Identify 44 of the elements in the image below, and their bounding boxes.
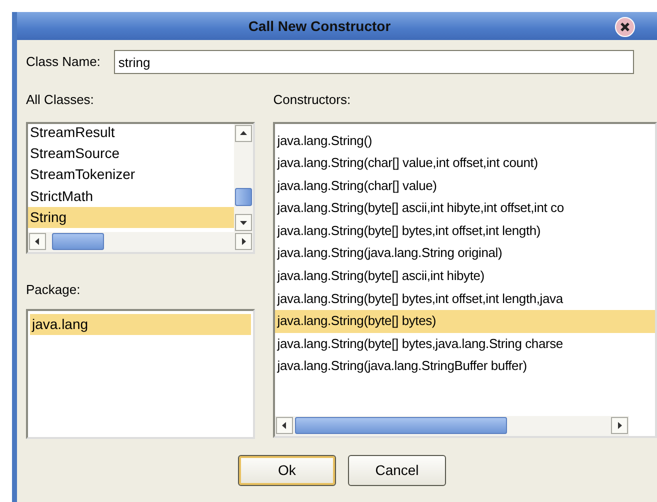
scroll-right-button[interactable] xyxy=(611,417,628,434)
scroll-right-button[interactable] xyxy=(235,233,252,250)
list-item[interactable]: java.lang.String(byte[] bytes,int offset,int length) xyxy=(275,220,655,242)
left-arrow-icon xyxy=(281,422,288,429)
dialog-button[interactable]: Ok xyxy=(238,455,336,486)
right-arrow-icon xyxy=(240,238,248,245)
dialog-button[interactable]: Cancel xyxy=(348,455,446,486)
section-label: All Classes: xyxy=(26,91,95,109)
list-item[interactable]: java.lang.String(byte[] bytes) xyxy=(275,310,655,333)
window-title: Call New Constructor xyxy=(248,16,391,36)
class-name-field[interactable]: string xyxy=(114,50,634,74)
down-arrow-icon xyxy=(240,218,248,226)
list-item[interactable]: java.lang.String(char[] value,int offset,int count) xyxy=(275,152,655,175)
list-item[interactable]: String xyxy=(28,207,234,228)
scrollbar-thumb[interactable] xyxy=(295,416,508,434)
horizontal-scrollbar[interactable] xyxy=(275,416,629,436)
list-item[interactable]: java.lang.String(byte[] ascii,int hibyte) xyxy=(275,265,655,288)
section-label: Package: xyxy=(26,280,82,299)
list-item[interactable]: java.lang.String(char[] value) xyxy=(275,174,655,198)
list-item[interactable]: StreamSource xyxy=(28,142,234,164)
scroll-up-button[interactable] xyxy=(235,124,252,142)
field-label: Class Name: xyxy=(26,53,100,72)
list-item[interactable]: StrictMath xyxy=(28,186,234,208)
scroll-left-button[interactable] xyxy=(276,417,294,434)
up-arrow-icon xyxy=(240,130,248,136)
close-icon[interactable] xyxy=(615,17,635,37)
right-arrow-icon xyxy=(616,422,623,429)
list-item[interactable]: java.lang.String(byte[] bytes,int offset,int length,java xyxy=(275,288,655,310)
list-item[interactable]: StreamResult xyxy=(28,124,234,143)
list-item[interactable]: StreamTokenizer xyxy=(28,164,234,186)
scrollbar-thumb[interactable] xyxy=(235,188,252,206)
list-item[interactable]: java.lang.String(java.lang.StringBuffer buffer) xyxy=(275,355,655,378)
left-arrow-icon xyxy=(34,238,41,245)
section-label: Constructors: xyxy=(273,91,352,109)
scroll-left-button[interactable] xyxy=(29,233,46,250)
list-item[interactable]: java.lang.String(byte[] ascii,int hibyte,int offset,int co xyxy=(275,197,655,220)
vertical-scrollbar[interactable] xyxy=(234,124,254,232)
scrollbar-thumb[interactable] xyxy=(52,232,104,250)
list-item[interactable]: java.lang xyxy=(30,314,252,336)
list-item[interactable]: java.lang.String(java.lang.String original) xyxy=(275,242,655,266)
list-item[interactable]: java.lang.String() xyxy=(275,130,655,152)
list-item[interactable]: java.lang.String(byte[] bytes,java.lang.String charse xyxy=(275,332,655,356)
horizontal-scrollbar[interactable] xyxy=(28,232,254,252)
scroll-down-button[interactable] xyxy=(235,214,252,230)
